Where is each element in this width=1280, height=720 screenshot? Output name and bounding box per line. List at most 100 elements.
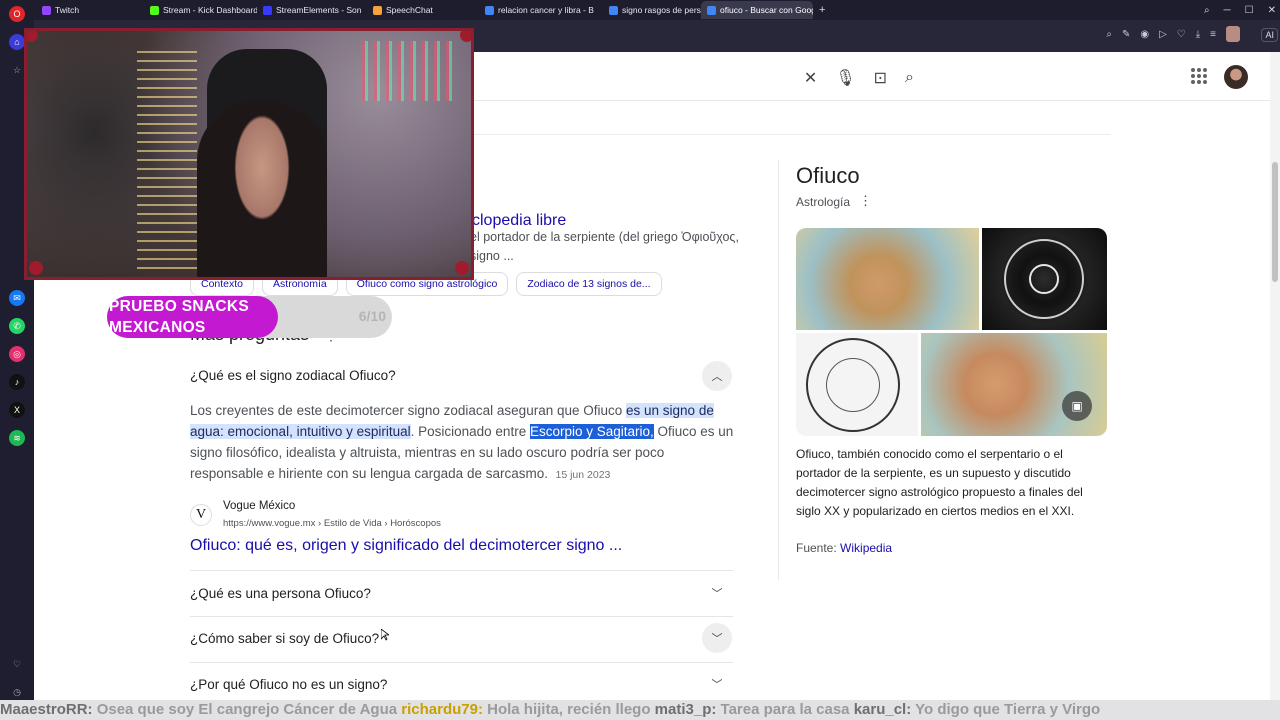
panel-divider	[778, 160, 779, 580]
kp-description: Ofiuco, también conocido como el serpent…	[796, 447, 1083, 518]
ornament-icon	[27, 31, 38, 42]
chevron-down-icon[interactable]: ﹀	[702, 578, 732, 608]
tab-favicon-icon	[485, 5, 494, 15]
home-icon[interactable]: ⌂	[9, 34, 25, 50]
paa-question[interactable]: ¿Cómo saber si soy de Ofiuco?	[190, 631, 733, 646]
maximize-icon[interactable]: ☐	[1245, 5, 1254, 16]
image-gallery-icon[interactable]: ▣	[1062, 391, 1092, 421]
answer-date: 15 jun 2023	[555, 469, 611, 481]
play-icon[interactable]: ▷	[1159, 29, 1167, 40]
x-icon[interactable]: X	[9, 402, 25, 418]
tiktok-icon[interactable]: ♪	[9, 374, 25, 390]
chevron-down-icon[interactable]: ﹀	[702, 623, 732, 653]
browser-tab[interactable]: ofiuco - Buscar con Goog	[701, 1, 813, 19]
chat-message: Hola hijita, recién llego	[482, 701, 655, 718]
paa-question[interactable]: ¿Por qué Ofiuco no es un signo?	[190, 677, 733, 692]
messenger-icon[interactable]: ✉	[9, 290, 25, 306]
profile-avatar[interactable]	[1226, 26, 1240, 42]
tab-favicon-icon	[707, 5, 716, 15]
chat-message: Yo digo que Tierra y Virgo	[911, 701, 1101, 718]
new-tab-button[interactable]: +	[813, 4, 831, 16]
tab-strip: Twitch Stream - Kick Dashboard StreamEleme…	[36, 1, 813, 19]
divider	[190, 570, 733, 571]
heart-icon[interactable]: ♡	[9, 656, 25, 672]
heart-icon[interactable]: ♡	[1177, 29, 1186, 40]
selected-text: Escorpio y Sagitario,	[529, 424, 654, 439]
minimize-icon[interactable]: ─	[1224, 5, 1231, 16]
chat-message: Osea que soy El cangrejo Cáncer de Agua	[92, 701, 402, 718]
ai-button[interactable]: AI	[1261, 28, 1278, 42]
camera-icon[interactable]: ◉	[1140, 29, 1149, 40]
edit-icon[interactable]: ✎	[1122, 29, 1130, 40]
browser-tab[interactable]: relacion cancer y libra - B	[479, 1, 603, 19]
wikipedia-link[interactable]: Wikipedia	[840, 541, 892, 555]
kp-image-grid[interactable]	[796, 228, 1107, 436]
menu-icon[interactable]: ≡	[1210, 29, 1216, 40]
stream-goal-bar: PRUEBO SNACKS MEXICANOS 6/10	[107, 296, 392, 338]
result-snippet: el portador de la serpiente (del griego …	[470, 230, 739, 263]
tab-favicon-icon	[150, 5, 159, 15]
zoom-icon[interactable]: ⌕	[1106, 29, 1112, 40]
more-options-icon[interactable]: ⋮	[859, 193, 872, 209]
paa-answer: Los creyentes de este decimotercer signo…	[190, 403, 734, 481]
microphone-icon[interactable]: 🎙	[835, 68, 855, 88]
kp-title: Ofiuco	[796, 163, 860, 188]
divider	[190, 662, 733, 663]
tab-label: Twitch	[55, 5, 80, 15]
webcam-overlay	[24, 28, 474, 280]
spotify-icon[interactable]: ≋	[9, 430, 25, 446]
browser-tab[interactable]: StreamElements - Son	[257, 1, 367, 19]
opera-logo-icon[interactable]: O	[9, 6, 25, 22]
account-avatar[interactable]	[1224, 65, 1248, 89]
toolbar-icons: ⌕ ✎ ◉ ▷ ♡ ⤓ ≡	[1106, 26, 1240, 42]
source-url: https://www.vogue.mx › Estilo de Vida › …	[223, 518, 441, 529]
search-box[interactable]: ✕ 🎙 ⊡ ⌕	[474, 60, 924, 96]
browser-tab[interactable]: signo rasgos de personali	[603, 1, 701, 19]
scrollbar-thumb[interactable]	[1272, 162, 1278, 282]
source-name: Vogue México	[223, 500, 296, 512]
source-logo: V	[190, 504, 212, 526]
close-icon[interactable]: ✕	[804, 68, 817, 88]
browser-tab[interactable]: Twitch	[36, 1, 144, 19]
download-icon[interactable]: ⤓	[1196, 29, 1200, 40]
whatsapp-icon[interactable]: ✆	[9, 318, 25, 334]
browser-tab[interactable]: SpeechChat	[367, 1, 479, 19]
instagram-icon[interactable]: ◎	[9, 346, 25, 362]
goal-label: PRUEBO SNACKS MEXICANOS	[109, 298, 249, 336]
camera-icon[interactable]: ⊡	[874, 68, 887, 88]
paa-question[interactable]: ¿Qué es el signo zodiacal Ofiuco?	[190, 368, 733, 383]
chip[interactable]: Zodiaco de 13 signos de...	[516, 272, 662, 296]
page-scrollbar[interactable]	[1270, 52, 1280, 700]
tab-label: ofiuco - Buscar con Goog	[720, 5, 813, 15]
search-tabs-icon[interactable]: ⌕	[1204, 5, 1210, 16]
ornament-icon	[455, 261, 469, 275]
tab-favicon-icon	[373, 5, 382, 15]
tab-favicon-icon	[609, 5, 618, 15]
tab-favicon-icon	[263, 5, 272, 15]
paa-question[interactable]: ¿Qué es una persona Ofiuco?	[190, 586, 733, 601]
tab-label: relacion cancer y libra - B	[498, 5, 594, 15]
history-icon[interactable]: ◷	[9, 684, 25, 700]
chevron-up-icon[interactable]: ︿	[702, 361, 732, 391]
tab-label: SpeechChat	[386, 5, 433, 15]
streamer	[197, 101, 327, 277]
ornament-icon	[460, 31, 471, 42]
string-lights	[137, 51, 197, 271]
divider	[471, 134, 1111, 135]
mouse-cursor-icon	[380, 628, 391, 641]
zodiac-chart-image[interactable]	[796, 333, 918, 436]
chat-username: richardu79:	[401, 701, 483, 718]
tab-label: StreamElements - Son	[276, 5, 362, 15]
tab-label: Stream - Kick Dashboard	[163, 5, 257, 15]
search-icon[interactable]: ⌕	[905, 69, 914, 87]
ornament-icon	[29, 261, 43, 275]
browser-tab[interactable]: Stream - Kick Dashboard	[144, 1, 257, 19]
goal-count: 6/10	[358, 308, 386, 324]
chevron-down-icon[interactable]: ﹀	[702, 669, 732, 699]
apps-icon[interactable]	[1191, 68, 1207, 84]
star-icon[interactable]: ☆	[9, 62, 25, 78]
zodiac-wheel-image[interactable]	[982, 228, 1107, 330]
ophiuchus-illustration-image[interactable]	[796, 228, 979, 330]
close-window-icon[interactable]: ✕	[1268, 5, 1276, 16]
source-title-link[interactable]: Ofiuco: qué es, origen y significado del…	[190, 537, 622, 555]
